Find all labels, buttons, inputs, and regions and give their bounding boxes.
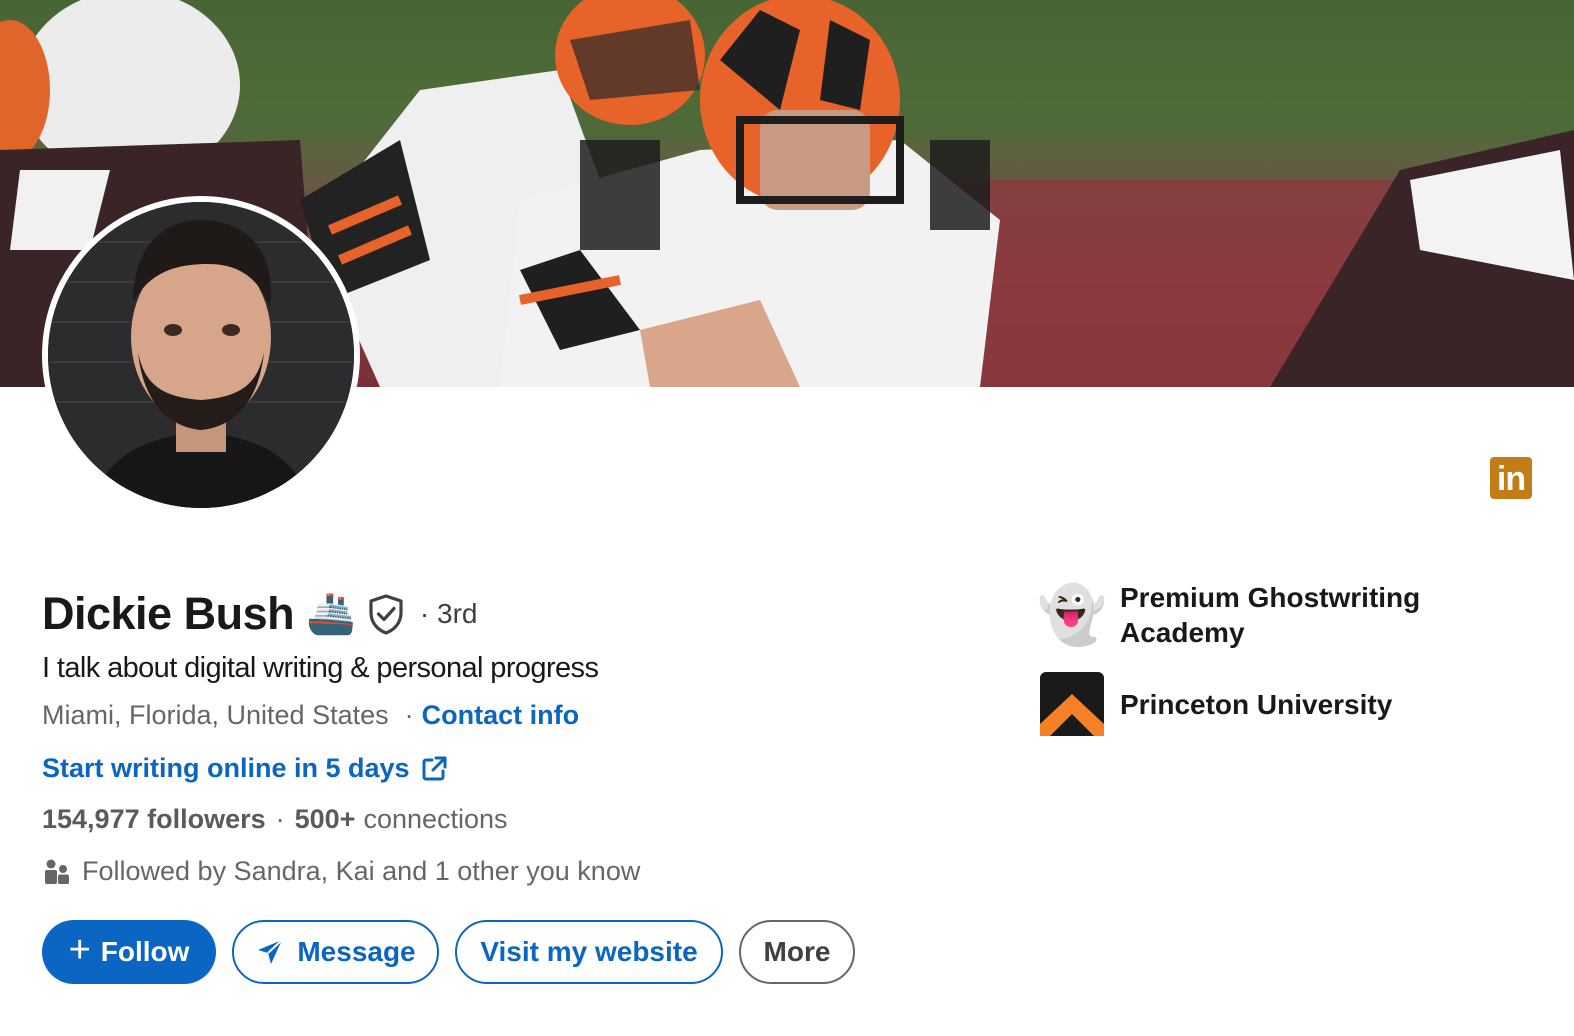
follow-button[interactable]: + Follow	[42, 920, 216, 984]
visit-website-label: Visit my website	[480, 936, 698, 967]
message-label: Message	[297, 936, 416, 967]
follower-stats: 154,977 followers · 500+ connections	[42, 804, 508, 835]
featured-website-label: Start writing online in 5 days	[42, 753, 410, 783]
avatar-photo	[48, 202, 354, 508]
profile-location: Miami, Florida, United States	[42, 700, 389, 730]
profile-avatar[interactable]	[42, 196, 360, 514]
people-icon	[45, 859, 69, 884]
send-icon	[258, 939, 284, 964]
plus-icon: +	[68, 929, 91, 971]
verified-shield-icon[interactable]	[366, 593, 406, 635]
ghost-emoji-icon: 👻	[1037, 583, 1107, 646]
followers-count[interactable]: 154,977 followers	[42, 804, 266, 835]
contact-info-link[interactable]: Contact info	[422, 700, 579, 731]
location-separator: ·	[404, 700, 414, 730]
org-label: Premium Ghostwriting Academy	[1120, 582, 1421, 648]
external-link-icon	[422, 756, 447, 780]
linkedin-icon[interactable]: in	[1490, 457, 1532, 499]
org-item-ghostwriting-academy[interactable]: 👻 Premium Ghostwriting Academy	[1037, 580, 1421, 650]
name-row: Dickie Bush 🚢 · 3rd	[42, 584, 477, 644]
connections-count: 500+	[294, 804, 356, 834]
mutual-followers[interactable]: Followed by Sandra, Kai and 1 other you …	[42, 856, 640, 887]
connection-degree: · 3rd	[419, 598, 478, 629]
org-item-princeton-university[interactable]: Princeton University	[1040, 672, 1392, 736]
ship-emoji-icon: 🚢	[306, 592, 356, 636]
followed-by-text: Followed by Sandra, Kai and 1 other you …	[82, 856, 641, 886]
featured-website-link[interactable]: Start writing online in 5 days	[42, 753, 448, 784]
org-label: Princeton University	[1120, 688, 1393, 720]
princeton-logo-icon	[1040, 672, 1104, 736]
profile-headline: I talk about digital writing & personal …	[42, 652, 599, 684]
more-button[interactable]: More	[739, 920, 855, 984]
message-button[interactable]: Message	[232, 920, 439, 984]
stats-separator: ·	[275, 804, 285, 834]
follow-label: Follow	[100, 936, 190, 967]
connections-label: connections	[363, 804, 508, 834]
more-label: More	[763, 936, 831, 967]
profile-name: Dickie Bush	[42, 588, 295, 639]
location-row: Miami, Florida, United States · Contact …	[42, 700, 579, 731]
visit-website-button[interactable]: Visit my website	[455, 920, 723, 984]
